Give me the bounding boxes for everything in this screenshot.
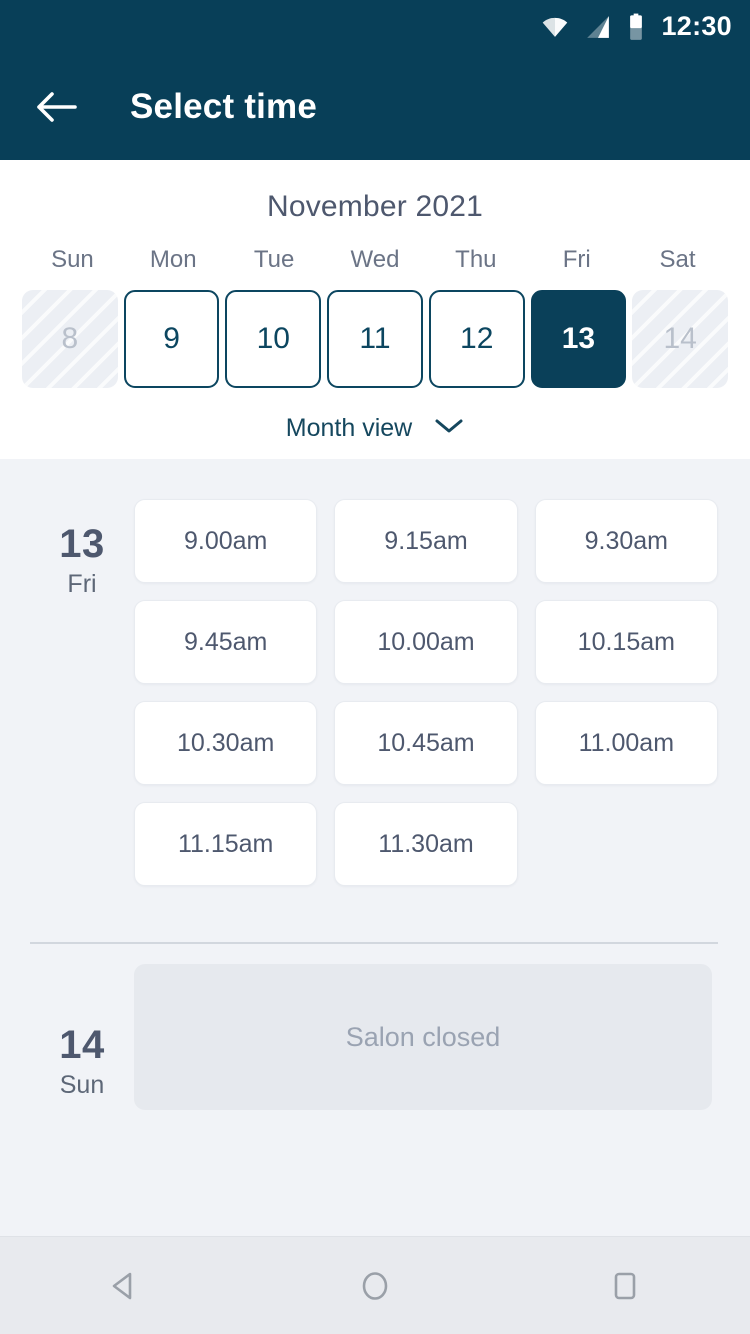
back-triangle-icon bbox=[112, 1272, 132, 1299]
schedule-list: 13 Fri 9.00am 9.15am 9.30am 9.45am 10.00… bbox=[0, 459, 750, 1236]
weekday-label: Sat bbox=[659, 246, 696, 273]
time-slot[interactable]: 10.15am bbox=[534, 600, 718, 684]
status-bar-clock: 12:30 bbox=[661, 10, 732, 41]
app-bar: Select time bbox=[0, 54, 750, 160]
salon-closed-banner: Salon closed bbox=[134, 964, 712, 1110]
day-group-label: 13 Fri bbox=[30, 459, 134, 886]
back-button[interactable] bbox=[30, 81, 82, 133]
weekday-label: Fri bbox=[562, 246, 591, 273]
time-slot[interactable]: 9.15am bbox=[334, 499, 518, 583]
day-group-14: 14 Sun Salon closed bbox=[0, 964, 750, 1110]
home-circle-icon bbox=[362, 1271, 388, 1300]
nav-back-button[interactable] bbox=[77, 1238, 173, 1334]
day-cell-8: 8 bbox=[22, 290, 118, 388]
time-slot[interactable]: 11.00am bbox=[534, 701, 718, 785]
android-nav-bar bbox=[0, 1236, 750, 1334]
weekday-label: Mon bbox=[149, 246, 197, 273]
time-slot[interactable]: 9.45am bbox=[134, 600, 318, 684]
status-bar: 12:30 bbox=[0, 0, 750, 54]
time-slot[interactable]: 11.15am bbox=[134, 802, 318, 886]
battery-icon bbox=[627, 13, 645, 41]
day-cell-13[interactable]: 13 bbox=[530, 290, 627, 388]
wifi-icon bbox=[541, 13, 569, 41]
weekday-header-row: Sun Mon Tue Wed Thu Fri Sat bbox=[0, 246, 750, 274]
time-slot[interactable]: 10.00am bbox=[334, 600, 518, 684]
time-slot[interactable]: 9.00am bbox=[134, 499, 318, 583]
time-slot[interactable]: 9.30am bbox=[534, 499, 718, 583]
day-group-weekday: Sun bbox=[59, 1071, 105, 1099]
day-cell-9[interactable]: 9 bbox=[123, 290, 220, 388]
day-group-13: 13 Fri 9.00am 9.15am 9.30am 9.45am 10.00… bbox=[0, 459, 750, 886]
day-cell-12[interactable]: 12 bbox=[428, 290, 525, 388]
day-cell-11[interactable]: 11 bbox=[327, 290, 423, 388]
nav-recents-button[interactable] bbox=[577, 1238, 673, 1334]
day-cell-10[interactable]: 10 bbox=[225, 290, 322, 388]
weekday-label: Thu bbox=[455, 246, 497, 273]
month-view-label: Month view bbox=[285, 414, 413, 442]
back-arrow-icon bbox=[37, 92, 77, 122]
weekday-label: Tue bbox=[253, 246, 295, 273]
time-slot-grid: 9.00am 9.15am 9.30am 9.45am 10.00am 10.1… bbox=[134, 459, 718, 886]
nav-home-button[interactable] bbox=[327, 1238, 423, 1334]
day-cell-14: 14 bbox=[632, 290, 728, 388]
day-group-number: 14 bbox=[59, 1023, 105, 1067]
time-slot[interactable]: 10.30am bbox=[134, 701, 318, 785]
time-slot[interactable]: 11.30am bbox=[334, 802, 518, 886]
day-group-number: 13 bbox=[59, 522, 105, 566]
month-title: November 2021 bbox=[266, 190, 484, 223]
day-group-label: 14 Sun bbox=[30, 964, 134, 1110]
cellular-signal-icon bbox=[585, 14, 611, 40]
page-title: Select time bbox=[130, 87, 318, 126]
phone-screen: 12:30 Select time November 2021 Sun Mon … bbox=[0, 0, 750, 1334]
weekday-label: Sun bbox=[51, 246, 94, 273]
day-group-weekday: Fri bbox=[67, 570, 97, 598]
recents-square-icon bbox=[614, 1272, 636, 1299]
month-view-toggle[interactable]: Month view bbox=[0, 414, 750, 443]
time-slot[interactable]: 10.45am bbox=[334, 701, 518, 785]
day-cell-row: 8 9 10 11 12 13 14 bbox=[0, 290, 750, 388]
chevron-down-icon bbox=[434, 417, 464, 440]
weekday-label: Wed bbox=[350, 246, 400, 273]
section-divider bbox=[30, 942, 718, 944]
calendar-panel: November 2021 Sun Mon Tue Wed Thu Fri Sa… bbox=[0, 160, 750, 459]
